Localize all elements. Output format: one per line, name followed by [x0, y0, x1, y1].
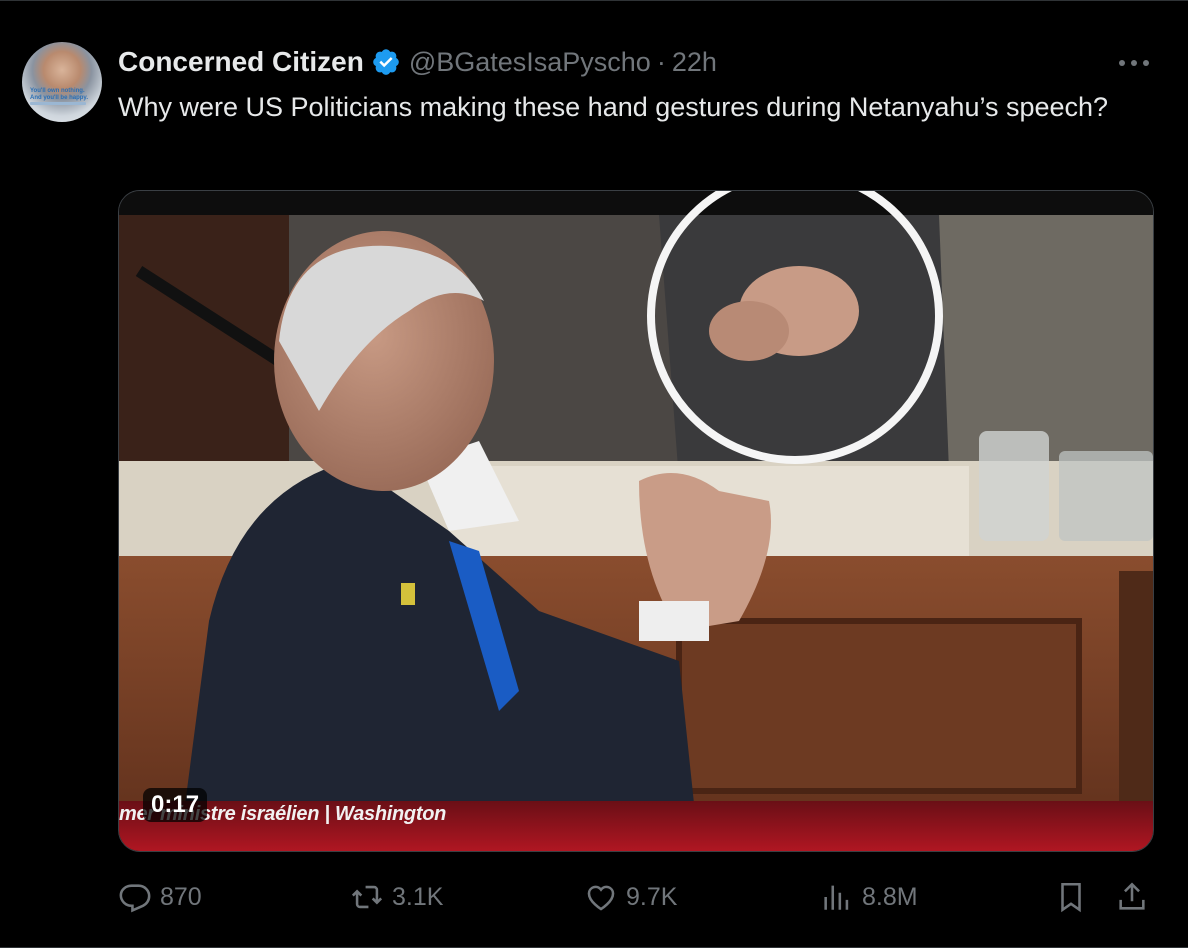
- video-frame: [119, 191, 1153, 851]
- tweet-text: Why were US Politicians making these han…: [118, 92, 1109, 122]
- display-name[interactable]: Concerned Citizen: [118, 46, 364, 78]
- user-handle[interactable]: @BGatesIsaPyscho: [409, 47, 651, 78]
- share-button[interactable]: [1115, 873, 1149, 921]
- verified-badge-icon[interactable]: [371, 47, 401, 77]
- avatar-decoration: [30, 102, 86, 105]
- view-count: 8.8M: [862, 882, 918, 911]
- reply-button[interactable]: 870: [118, 873, 202, 921]
- bookmark-button[interactable]: [1054, 873, 1088, 921]
- repost-icon: [351, 885, 383, 909]
- views-icon: [824, 885, 849, 910]
- separator-dot: ·: [656, 46, 666, 77]
- tweet[interactable]: You'll own nothing. And you'll be happy.…: [0, 0, 1188, 948]
- video-player[interactable]: mer ministre israélien | Washington 0:17: [118, 190, 1154, 852]
- like-icon: [587, 885, 615, 911]
- timestamp[interactable]: 22h: [672, 47, 717, 78]
- like-button[interactable]: 9.7K: [584, 873, 677, 921]
- tweet-header: Concerned Citizen @BGatesIsaPyscho · 22h: [118, 43, 717, 81]
- tweet-actions: 870 3.1K 9.7K 8.8M: [118, 873, 1158, 921]
- reply-icon: [119, 884, 151, 913]
- views-button[interactable]: 8.8M: [820, 873, 918, 921]
- share-icon: [1119, 882, 1145, 910]
- reply-count: 870: [160, 882, 202, 911]
- repost-button[interactable]: 3.1K: [350, 873, 443, 921]
- avatar-text: You'll own nothing. And you'll be happy.: [30, 88, 88, 101]
- like-count: 9.7K: [626, 882, 678, 911]
- avatar[interactable]: You'll own nothing. And you'll be happy.: [22, 42, 102, 122]
- video-duration: 0:17: [143, 788, 208, 822]
- repost-count: 3.1K: [392, 882, 444, 911]
- more-icon[interactable]: [1114, 49, 1154, 77]
- bookmark-icon: [1061, 882, 1081, 913]
